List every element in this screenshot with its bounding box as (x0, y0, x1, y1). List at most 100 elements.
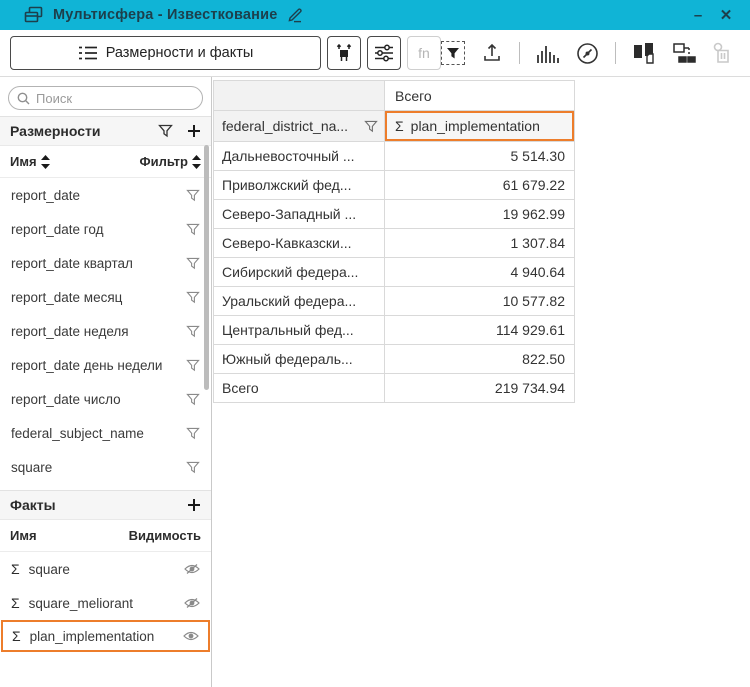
dimension-row[interactable]: report_date год (0, 212, 211, 246)
dimensions-title: Размерности (10, 123, 144, 139)
fact-row-selected[interactable]: Σ plan_implementation (1, 620, 210, 652)
view-settings-button[interactable] (367, 36, 401, 70)
pivot-row: Приволжский фед... 61 679.22 (214, 171, 575, 200)
dimension-row[interactable]: report_date число (0, 382, 211, 416)
archive-button-disabled (712, 42, 734, 64)
filter-icon[interactable] (186, 257, 200, 270)
sort-by-name[interactable]: Имя (10, 154, 50, 169)
facts-column-headers: Имя Видимость (0, 520, 211, 552)
gauge-button[interactable] (576, 42, 599, 65)
eye-off-icon[interactable] (184, 597, 200, 609)
pivot-measure-header-selected[interactable]: Σ plan_implementation (385, 111, 575, 142)
selection-filter-button[interactable] (441, 41, 465, 65)
app-window: Мультисфера - Известкование – ✕ Размерно… (0, 0, 750, 687)
sigma-icon: Σ (11, 595, 20, 611)
add-dimension-button[interactable] (187, 124, 201, 138)
sliders-icon (374, 44, 394, 62)
dimension-row[interactable]: federal_subject_name (0, 416, 211, 450)
row-label-cell[interactable]: Уральский федера... (214, 287, 385, 316)
dimension-row[interactable]: square (0, 450, 211, 484)
sort-arrows-icon (192, 155, 201, 169)
pivot-row: Уральский федера... 10 577.82 (214, 287, 575, 316)
pivot-row: Дальневосточный ... 5 514.30 (214, 142, 575, 171)
sort-arrows-icon (41, 155, 50, 169)
filter-icon[interactable] (186, 359, 200, 372)
filter-icon[interactable] (186, 427, 200, 440)
row-value-cell[interactable]: 1 307.84 (385, 229, 575, 258)
eye-icon[interactable] (183, 630, 199, 642)
row-value-cell[interactable]: 822.50 (385, 345, 575, 374)
content-area: Размерности Имя Фильтр (0, 77, 750, 687)
dimension-row[interactable]: report_date месяц (0, 280, 211, 314)
filter-icon[interactable] (186, 461, 200, 474)
row-value-cell[interactable]: 4 940.64 (385, 258, 575, 287)
chart-button[interactable] (536, 43, 560, 63)
dimension-row[interactable]: report_date квартал (0, 246, 211, 280)
dimensions-filter-icon[interactable] (158, 124, 173, 138)
sigma-icon: Σ (395, 118, 404, 134)
fact-row[interactable]: Σ square_meliorant (0, 586, 211, 620)
pivot-row: Центральный фед... 114 929.61 (214, 316, 575, 345)
facts-list: Σ square Σ square_meliorant (0, 552, 211, 652)
filter-icon[interactable] (186, 291, 200, 304)
titlebar: Мультисфера - Известкование – ✕ (0, 0, 750, 30)
row-value-cell[interactable]: 10 577.82 (385, 287, 575, 316)
sidebar: Размерности Имя Фильтр (0, 77, 212, 687)
filter-icon[interactable] (186, 393, 200, 406)
collapse-dimensions-button[interactable] (327, 36, 361, 70)
add-fact-button[interactable] (187, 498, 201, 512)
row-label-cell[interactable]: Приволжский фед... (214, 171, 385, 200)
collapse-dimensions-icon (334, 44, 354, 62)
dimension-row[interactable]: report_date день недели (0, 348, 211, 382)
search-input[interactable] (36, 91, 212, 106)
row-value-cell[interactable]: 114 929.61 (385, 316, 575, 345)
pivot-row-dimension-header[interactable]: federal_district_na... (214, 111, 385, 142)
row-label-cell[interactable]: Сибирский федера... (214, 258, 385, 287)
facts-section-header: Факты (0, 490, 211, 520)
pivot-total-column-header[interactable]: Всего (385, 81, 575, 111)
eye-off-icon[interactable] (184, 563, 200, 575)
rename-pencil-icon[interactable] (286, 7, 303, 23)
dimensions-list: report_date report_date год report_date … (0, 178, 211, 484)
search-box[interactable] (8, 86, 203, 110)
dimensions-section-header: Размерности (0, 116, 211, 146)
row-label-cell[interactable]: Дальневосточный ... (214, 142, 385, 171)
fact-row[interactable]: Σ square (0, 552, 211, 586)
dimension-row[interactable]: report_date неделя (0, 314, 211, 348)
row-label-cell[interactable]: Северо-Западный ... (214, 200, 385, 229)
fn-button: fn (407, 36, 441, 70)
close-button[interactable]: ✕ (712, 6, 740, 24)
structure-button[interactable] (672, 42, 696, 64)
row-value-cell[interactable]: 19 962.99 (385, 200, 575, 229)
toolbar-separator (615, 42, 616, 64)
copy-multisphere-button[interactable] (632, 42, 656, 64)
app-logo-icon (24, 6, 43, 24)
list-icon (78, 45, 98, 61)
filter-icon[interactable] (186, 325, 200, 338)
toolbar-right-group (441, 41, 740, 65)
sort-by-filter[interactable]: Фильтр (139, 154, 201, 169)
row-label-cell[interactable]: Центральный фед... (214, 316, 385, 345)
export-button[interactable] (481, 42, 503, 64)
filter-icon[interactable] (364, 120, 378, 133)
row-label-cell[interactable]: Всего (214, 374, 385, 403)
row-value-cell[interactable]: 219 734.94 (385, 374, 575, 403)
search-icon (17, 92, 30, 105)
filter-icon[interactable] (186, 189, 200, 202)
dimension-row[interactable]: report_date (0, 178, 211, 212)
sidebar-scrollbar-thumb[interactable] (204, 145, 209, 390)
toolbar: Размерности и факты fn (0, 30, 750, 77)
row-label-cell[interactable]: Северо-Кавказски... (214, 229, 385, 258)
row-value-cell[interactable]: 5 514.30 (385, 142, 575, 171)
row-label-cell[interactable]: Южный федераль... (214, 345, 385, 374)
filter-icon[interactable] (186, 223, 200, 236)
facts-visibility-header: Видимость (129, 528, 201, 543)
dimensions-facts-button[interactable]: Размерности и факты (10, 36, 321, 70)
pivot-corner-cell[interactable] (214, 81, 385, 111)
minimize-button[interactable]: – (684, 7, 712, 24)
facts-title: Факты (10, 497, 173, 513)
dimensions-column-headers: Имя Фильтр (0, 146, 211, 178)
sigma-icon: Σ (12, 628, 21, 644)
pivot-area: Всего federal_district_na... Σ plan_impl… (212, 77, 750, 687)
row-value-cell[interactable]: 61 679.22 (385, 171, 575, 200)
